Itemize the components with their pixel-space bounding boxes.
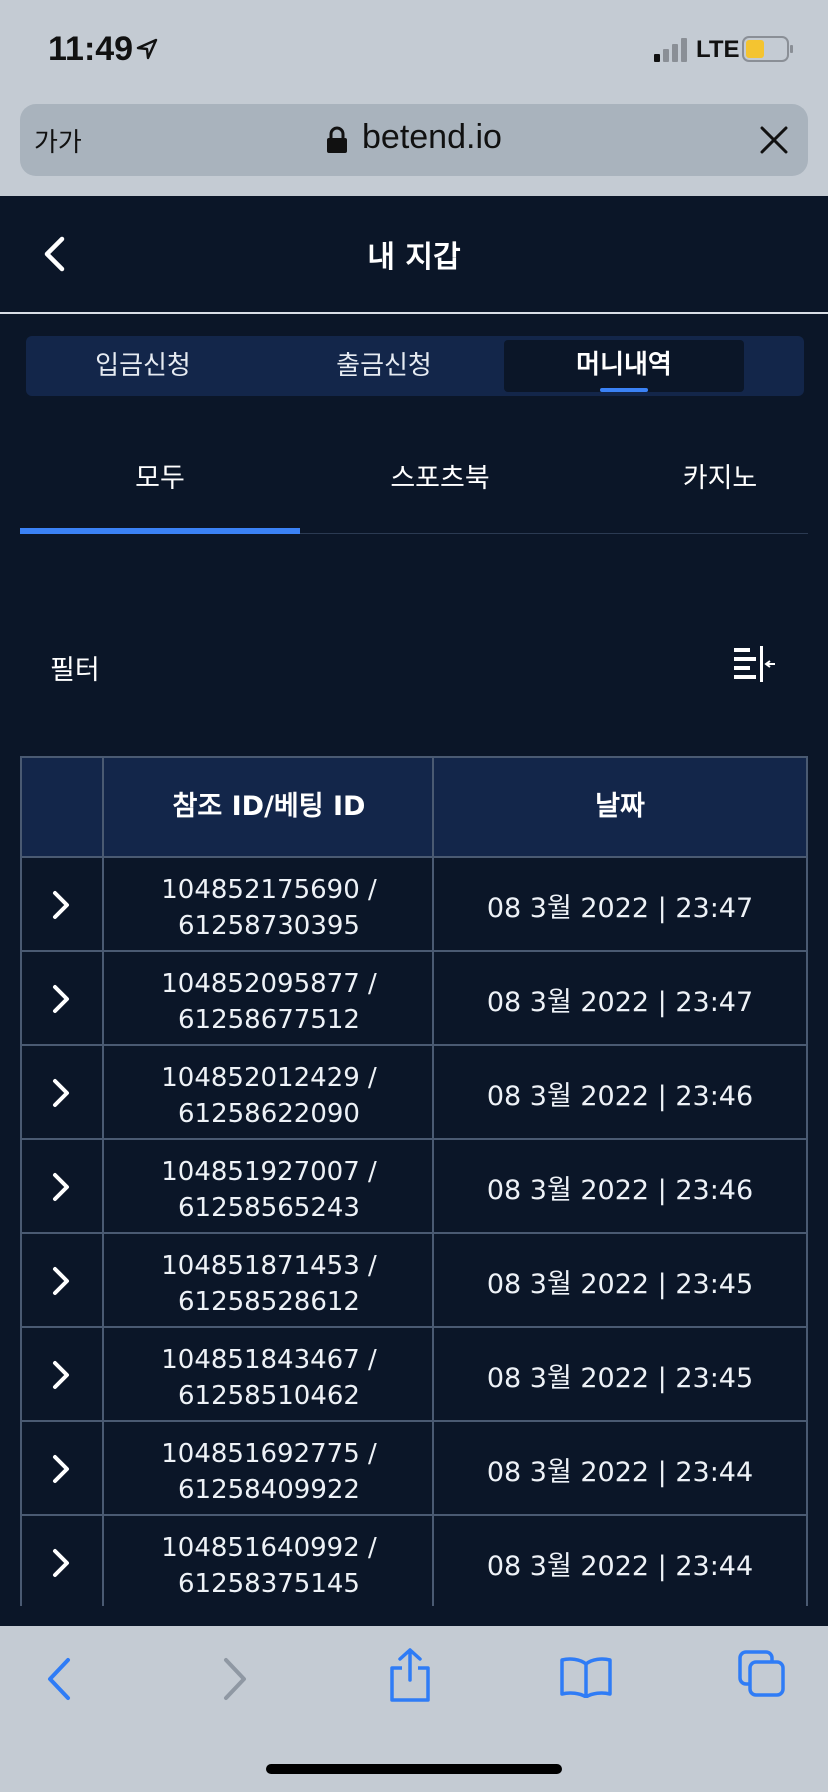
reference-id: 104852012429 / [161,1063,377,1093]
date-cell: 08 3월 2022 | 23:45 [486,1269,754,1300]
browser-chrome: 11:49 LTE 가가 betend.io [0,0,828,196]
status-time: 11:49 [48,30,134,68]
expand-chevron-icon[interactable] [52,1454,70,1484]
expand-chevron-icon[interactable] [52,1360,70,1390]
lock-icon [327,126,347,153]
date-cell: 08 3월 2022 | 23:46 [486,1175,754,1206]
bet-id: 61258528612 [178,1287,360,1317]
table-row[interactable]: 104852095877 / 61258677512 08 3월 2022 | 23… [22,952,806,1046]
bet-id: 61258622090 [178,1099,360,1129]
reference-id-cell: 104852095877 / 61258677512 [104,966,434,1038]
bet-id: 61258565243 [178,1193,360,1223]
transactions-table: 참조 ID/베팅 ID 날짜 104852175690 / 61258730395… [20,756,808,1606]
reference-id-cell: 104851843467 / 61258510462 [104,1342,434,1414]
wallet-tabs: 입금신청 출금신청 머니내역 [26,336,804,396]
url-text[interactable]: betend.io [362,118,502,157]
home-indicator [266,1764,562,1774]
reference-id-cell: 104851640992 / 61258375145 [104,1530,434,1602]
table-row[interactable]: 104851871453 / 61258528612 08 3월 2022 | 23… [22,1234,806,1328]
expand-chevron-icon[interactable] [52,1172,70,1202]
page-title: 내 지갑 [367,240,461,275]
reference-id-cell: 104852012429 / 61258622090 [104,1060,434,1132]
reference-id-cell: 104852175690 / 61258730395 [104,872,434,944]
subtab-all[interactable]: 모두 [20,456,300,495]
active-tab-indicator [600,388,648,392]
table-row[interactable]: 104852175690 / 61258730395 08 3월 2022 | 23… [22,858,806,952]
bet-id: 61258677512 [178,1005,360,1035]
tab-money-history[interactable]: 머니내역 [504,340,744,392]
forward-icon[interactable] [222,1656,250,1702]
reference-id: 104852175690 / [161,875,377,905]
tab-deposit[interactable]: 입금신청 [26,336,260,396]
network-label: LTE [696,36,740,63]
reference-id: 104852095877 / [161,969,377,999]
bet-id: 61258510462 [178,1381,360,1411]
reference-id-cell: 104851871453 / 61258528612 [104,1248,434,1320]
reference-id: 104851692775 / [161,1439,377,1469]
date-cell: 08 3월 2022 | 23:46 [486,1081,754,1112]
date-cell: 08 3월 2022 | 23:45 [486,1363,754,1394]
header-date: 날짜 [595,791,645,822]
expand-chevron-icon[interactable] [52,1078,70,1108]
table-header: 참조 ID/베팅 ID 날짜 [22,758,806,858]
table-body: 104852175690 / 61258730395 08 3월 2022 | 23… [22,858,806,1606]
reference-id-cell: 104851927007 / 61258565243 [104,1154,434,1226]
app-header: 내 지갑 [0,196,828,314]
reference-id: 104851843467 / [161,1345,377,1375]
filter-label: 필터 [50,655,100,686]
date-cell: 08 3월 2022 | 23:44 [486,1457,754,1488]
table-row[interactable]: 104851843467 / 61258510462 08 3월 2022 | 23… [22,1328,806,1422]
bet-id: 61258409922 [178,1475,360,1505]
battery-icon [742,36,793,62]
tab-money-history-label: 머니내역 [576,350,672,380]
text-size-button[interactable]: 가가 [34,122,82,159]
subtab-casino[interactable]: 카지노 [580,456,828,495]
expand-chevron-icon[interactable] [52,1548,70,1578]
tabs-icon[interactable] [738,1650,786,1698]
close-icon[interactable] [758,124,790,156]
table-row[interactable]: 104851640992 / 61258375145 08 3월 2022 | 23… [22,1516,806,1606]
table-row[interactable]: 104852012429 / 61258622090 08 3월 2022 | 23… [22,1046,806,1140]
share-icon[interactable] [388,1648,432,1702]
date-cell: 08 3월 2022 | 23:47 [486,987,754,1018]
date-cell: 08 3월 2022 | 23:44 [486,1551,754,1582]
bookmarks-icon[interactable] [560,1656,612,1698]
category-tabs: 모두 스포츠북 카지노 [20,430,808,534]
expand-chevron-icon[interactable] [52,984,70,1014]
bet-id: 61258375145 [178,1569,360,1599]
reference-id-cell: 104851692775 / 61258409922 [104,1436,434,1508]
signal-strength-icon [654,38,687,62]
header-reference-id: 참조 ID/베팅 ID [172,791,366,822]
expand-chevron-icon[interactable] [52,1266,70,1296]
reference-id: 104851640992 / [161,1533,377,1563]
table-row[interactable]: 104851692775 / 61258409922 08 3월 2022 | 23… [22,1422,806,1516]
date-cell: 08 3월 2022 | 23:47 [486,893,754,924]
table-row[interactable]: 104851927007 / 61258565243 08 3월 2022 | 23… [22,1140,806,1234]
address-bar[interactable]: 가가 betend.io [20,104,808,176]
subtab-sportsbook[interactable]: 스포츠북 [300,456,580,495]
back-icon[interactable] [44,1656,72,1702]
filter-toggle-icon[interactable] [734,646,776,682]
active-subtab-indicator [20,528,300,534]
location-arrow-icon [136,38,158,60]
expand-chevron-icon[interactable] [52,890,70,920]
tab-withdraw[interactable]: 출금신청 [264,336,504,396]
bet-id: 61258730395 [178,911,360,941]
reference-id: 104851927007 / [161,1157,377,1187]
reference-id: 104851871453 / [161,1251,377,1281]
